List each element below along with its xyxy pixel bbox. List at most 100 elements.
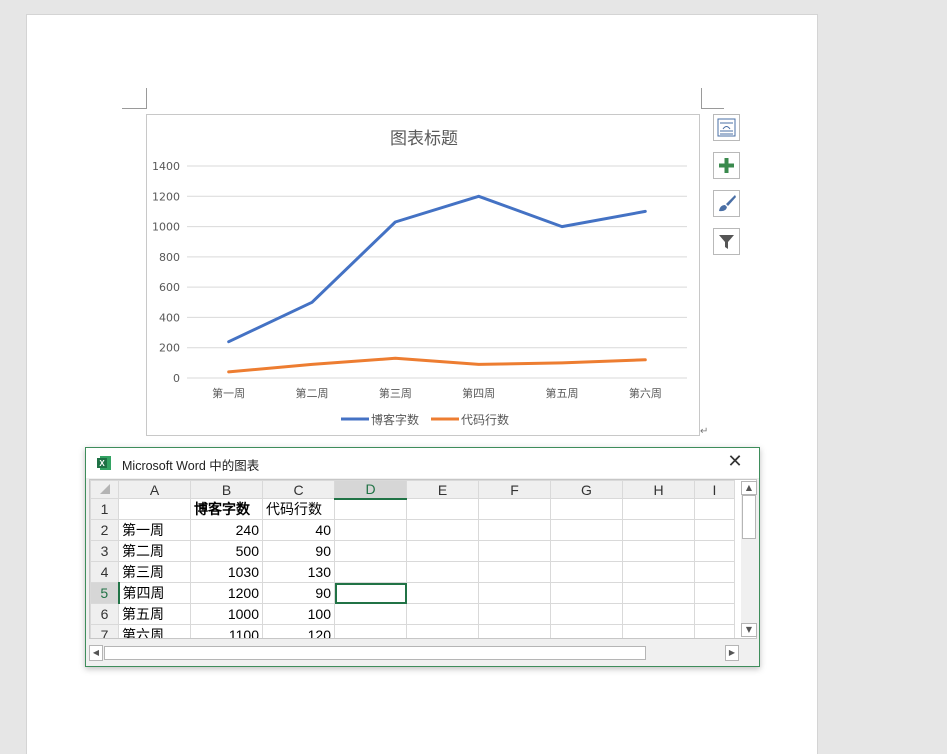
column-header-g[interactable]: G <box>551 481 623 499</box>
column-header-h[interactable]: H <box>623 481 695 499</box>
cell-h5[interactable] <box>623 583 695 604</box>
column-header-a[interactable]: A <box>119 481 191 499</box>
cell-b6[interactable]: 1000 <box>191 604 263 625</box>
row-header[interactable]: 2 <box>91 520 119 541</box>
cell-a4[interactable]: 第三周 <box>119 562 191 583</box>
cell-e7[interactable] <box>407 625 479 640</box>
cell-b5[interactable]: 1200 <box>191 583 263 604</box>
cell-d1[interactable] <box>335 499 407 520</box>
chart-styles-button[interactable] <box>713 190 740 217</box>
column-header-c[interactable]: C <box>263 481 335 499</box>
cell-e5[interactable] <box>407 583 479 604</box>
cell-f7[interactable] <box>479 625 551 640</box>
cell-g6[interactable] <box>551 604 623 625</box>
cell-g4[interactable] <box>551 562 623 583</box>
cell-d7[interactable] <box>335 625 407 640</box>
cell-f2[interactable] <box>479 520 551 541</box>
chart-filters-button[interactable] <box>713 228 740 255</box>
column-header-e[interactable]: E <box>407 481 479 499</box>
vertical-scroll-thumb[interactable] <box>742 495 756 539</box>
cell-e1[interactable] <box>407 499 479 520</box>
cell-h7[interactable] <box>623 625 695 640</box>
cell-c2[interactable]: 40 <box>263 520 335 541</box>
cell-a7[interactable]: 第六周 <box>119 625 191 640</box>
table-row: 7第六周1100120 <box>91 625 735 640</box>
cell-g3[interactable] <box>551 541 623 562</box>
cell-d2[interactable] <box>335 520 407 541</box>
cell-i7[interactable] <box>695 625 735 640</box>
svg-text:X: X <box>99 459 105 468</box>
cell-c7[interactable]: 120 <box>263 625 335 640</box>
cell-h6[interactable] <box>623 604 695 625</box>
scroll-down-icon[interactable]: ▼ <box>741 623 757 637</box>
cell-i1[interactable] <box>695 499 735 520</box>
column-header-i[interactable]: I <box>695 481 735 499</box>
scroll-up-icon[interactable]: ▲ <box>741 481 757 495</box>
cell-d5[interactable] <box>335 583 407 604</box>
cell-i4[interactable] <box>695 562 735 583</box>
cell-h1[interactable] <box>623 499 695 520</box>
cell-a1[interactable] <box>119 499 191 520</box>
cell-h3[interactable] <box>623 541 695 562</box>
close-button[interactable]: ✕ <box>725 452 745 472</box>
cell-d4[interactable] <box>335 562 407 583</box>
cell-c6[interactable]: 100 <box>263 604 335 625</box>
cell-f6[interactable] <box>479 604 551 625</box>
cell-b7[interactable]: 1100 <box>191 625 263 640</box>
cell-a5[interactable]: 第四周 <box>119 583 191 604</box>
cell-g7[interactable] <box>551 625 623 640</box>
y-tick-label: 400 <box>159 311 180 324</box>
cell-i3[interactable] <box>695 541 735 562</box>
column-header-d[interactable]: D <box>335 481 407 499</box>
cell-c5[interactable]: 90 <box>263 583 335 604</box>
scroll-right-icon[interactable]: ▶ <box>725 645 739 661</box>
row-header[interactable]: 3 <box>91 541 119 562</box>
cell-i5[interactable] <box>695 583 735 604</box>
chart-elements-button[interactable] <box>713 152 740 179</box>
layout-options-button[interactable] <box>713 114 740 141</box>
cell-e6[interactable] <box>407 604 479 625</box>
row-header[interactable]: 1 <box>91 499 119 520</box>
cell-g1[interactable] <box>551 499 623 520</box>
column-header-b[interactable]: B <box>191 481 263 499</box>
cell-a2[interactable]: 第一周 <box>119 520 191 541</box>
column-header-f[interactable]: F <box>479 481 551 499</box>
cell-c1[interactable]: 代码行数 <box>263 499 335 520</box>
row-header[interactable]: 7 <box>91 625 119 640</box>
dialog-title-bar[interactable]: X Microsoft Word 中的图表 ✕ <box>86 448 759 478</box>
cell-c4[interactable]: 130 <box>263 562 335 583</box>
chart-frame[interactable]: 图表标题0200400600800100012001400第一周第二周第三周第四… <box>146 114 700 436</box>
cell-b3[interactable]: 500 <box>191 541 263 562</box>
cell-c3[interactable]: 90 <box>263 541 335 562</box>
select-all-corner[interactable] <box>91 481 119 499</box>
x-tick-label: 第六周 <box>629 386 662 400</box>
cell-e4[interactable] <box>407 562 479 583</box>
cell-b1[interactable]: 博客字数 <box>191 499 263 520</box>
row-header[interactable]: 6 <box>91 604 119 625</box>
row-header[interactable]: 5 <box>91 583 119 604</box>
cell-i2[interactable] <box>695 520 735 541</box>
vertical-scrollbar[interactable]: ▲ ▼ <box>741 481 757 637</box>
cell-f4[interactable] <box>479 562 551 583</box>
x-tick-label: 第五周 <box>546 386 579 400</box>
cell-g2[interactable] <box>551 520 623 541</box>
cell-h2[interactable] <box>623 520 695 541</box>
scroll-left-icon[interactable]: ◀ <box>89 645 103 661</box>
cell-i6[interactable] <box>695 604 735 625</box>
cell-a6[interactable]: 第五周 <box>119 604 191 625</box>
cell-d3[interactable] <box>335 541 407 562</box>
cell-f3[interactable] <box>479 541 551 562</box>
cell-e3[interactable] <box>407 541 479 562</box>
cell-e2[interactable] <box>407 520 479 541</box>
horizontal-scrollbar[interactable]: ◀ ▶ <box>89 645 739 661</box>
cell-h4[interactable] <box>623 562 695 583</box>
cell-f5[interactable] <box>479 583 551 604</box>
cell-d6[interactable] <box>335 604 407 625</box>
cell-a3[interactable]: 第二周 <box>119 541 191 562</box>
row-header[interactable]: 4 <box>91 562 119 583</box>
cell-g5[interactable] <box>551 583 623 604</box>
horizontal-scroll-thumb[interactable] <box>104 646 646 660</box>
cell-f1[interactable] <box>479 499 551 520</box>
cell-b4[interactable]: 1030 <box>191 562 263 583</box>
cell-b2[interactable]: 240 <box>191 520 263 541</box>
